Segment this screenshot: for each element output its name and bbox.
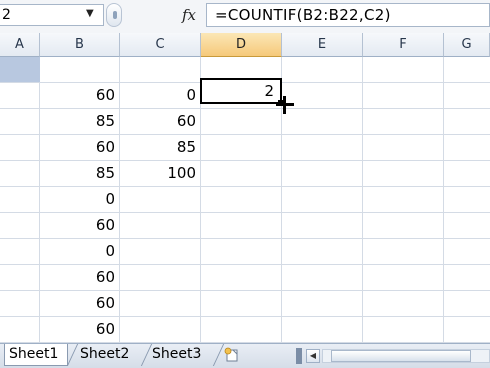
- cell-b[interactable]: 0: [40, 239, 120, 264]
- split-handle[interactable]: [296, 348, 302, 364]
- formula-input[interactable]: =COUNTIF(B2:B22,C2): [206, 3, 490, 27]
- cell-b[interactable]: 60: [40, 265, 120, 290]
- cell-c[interactable]: 60: [120, 109, 201, 134]
- table-row: 0: [0, 187, 490, 213]
- active-cell-d2[interactable]: 2: [200, 78, 282, 104]
- cell-b[interactable]: 60: [40, 291, 120, 316]
- tab-sheet2[interactable]: Sheet2: [76, 344, 144, 366]
- cell-c[interactable]: 0: [120, 83, 201, 108]
- formula-buttons: fx: [106, 3, 206, 27]
- cell-b[interactable]: 60: [40, 83, 120, 108]
- table-row: 0: [0, 239, 490, 265]
- cell-b[interactable]: 85: [40, 161, 120, 186]
- insert-function-icon[interactable]: fx: [182, 3, 196, 27]
- column-header-a[interactable]: A: [0, 33, 40, 57]
- formula-bar-grip-icon[interactable]: [106, 3, 122, 27]
- table-row: 85 60: [0, 109, 490, 135]
- table-row: 60: [0, 317, 490, 343]
- cell-b[interactable]: 85: [40, 109, 120, 134]
- move-cursor-icon: [276, 96, 294, 114]
- table-row: 60: [0, 291, 490, 317]
- scroll-left-arrow-icon[interactable]: ◀: [306, 349, 320, 363]
- column-header-d[interactable]: D: [201, 33, 282, 57]
- dropdown-arrow-icon[interactable]: ▼: [86, 8, 94, 19]
- column-header-e[interactable]: E: [282, 33, 363, 57]
- formula-bar: 2 ▼ fx =COUNTIF(B2:B22,C2): [0, 0, 490, 34]
- cell-c[interactable]: [120, 57, 201, 82]
- column-header-b[interactable]: B: [40, 33, 120, 57]
- cell-c[interactable]: 85: [120, 135, 201, 160]
- cell-b[interactable]: 60: [40, 213, 120, 238]
- column-header-f[interactable]: F: [363, 33, 444, 57]
- table-row: 60: [0, 213, 490, 239]
- tab-sheet3[interactable]: Sheet3: [148, 344, 216, 366]
- column-header-c[interactable]: C: [120, 33, 201, 57]
- sheet-tab-bar: Sheet1 Sheet2 Sheet3 ◀: [0, 343, 490, 368]
- cell-c[interactable]: 100: [120, 161, 201, 186]
- cell-b[interactable]: 0: [40, 187, 120, 212]
- active-cell-value: 2: [264, 82, 274, 100]
- cell-b[interactable]: [40, 57, 120, 82]
- horizontal-scrollbar[interactable]: ◀: [296, 348, 490, 364]
- insert-sheet-icon[interactable]: [224, 347, 240, 363]
- table-row: 60 85: [0, 135, 490, 161]
- table-row: 60: [0, 265, 490, 291]
- cell-b[interactable]: 60: [40, 317, 120, 342]
- scroll-track[interactable]: [322, 349, 490, 363]
- tab-sheet1[interactable]: Sheet1: [4, 344, 68, 366]
- column-header-g[interactable]: G: [444, 33, 490, 57]
- table-row: 85 100: [0, 161, 490, 187]
- cell-b[interactable]: 60: [40, 135, 120, 160]
- scroll-thumb[interactable]: [331, 350, 471, 362]
- header-cell-band[interactable]: [0, 57, 40, 82]
